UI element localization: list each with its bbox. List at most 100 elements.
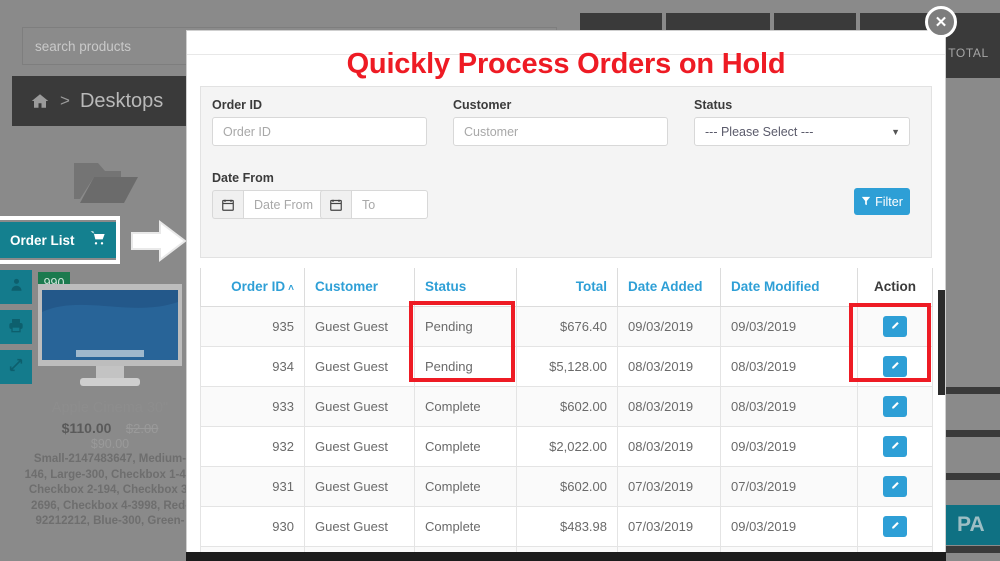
calendar-icon[interactable] xyxy=(320,190,351,219)
cell-status: Pending xyxy=(414,305,517,347)
cell-customer: Guest Guest xyxy=(304,345,415,387)
cell-status: Complete xyxy=(414,465,517,507)
cell-customer: Guest Guest xyxy=(304,305,415,347)
cell-status: Complete xyxy=(414,385,517,427)
edit-button[interactable] xyxy=(883,315,907,337)
product-price-old: $2.00 xyxy=(125,421,159,436)
filter-panel xyxy=(200,86,932,258)
cell-total: $676.40 xyxy=(516,305,618,347)
table-row[interactable]: 930 Guest Guest Complete $483.98 07/03/2019 0… xyxy=(200,505,933,547)
cell-customer: Guest Guest xyxy=(304,425,415,467)
cell-date-added: 07/03/2019 xyxy=(617,505,721,547)
order-list-button[interactable]: Order List xyxy=(0,222,116,258)
cell-action xyxy=(857,385,933,427)
cell-date-added: 08/03/2019 xyxy=(617,425,721,467)
close-icon[interactable]: ✕ xyxy=(925,6,957,38)
sidebar-item-user[interactable] xyxy=(0,270,32,304)
pay-button[interactable]: PA xyxy=(945,505,1000,545)
date-from-label: Date From xyxy=(212,171,274,185)
cell-customer: Guest Guest xyxy=(304,385,415,427)
status-selected-value: --- Please Select --- xyxy=(705,124,814,139)
cell-action xyxy=(857,305,933,347)
order-list-label: Order List xyxy=(10,232,75,248)
cell-date-modified: 09/03/2019 xyxy=(720,425,858,467)
table-body: 935 Guest Guest Pending $676.40 09/03/2019 09… xyxy=(200,305,933,561)
bg-row-divider xyxy=(937,430,1000,437)
bg-row-divider xyxy=(937,387,1000,394)
expand-icon xyxy=(8,357,24,378)
printer-icon xyxy=(8,317,24,338)
screenshot-root: TOTAL PA search products > Desktops 990 xyxy=(0,0,1000,561)
sidebar-item-print[interactable] xyxy=(0,310,32,344)
cell-action xyxy=(857,505,933,547)
home-icon[interactable] xyxy=(30,92,50,110)
cell-date-modified: 09/03/2019 xyxy=(720,505,858,547)
cell-date-added: 08/03/2019 xyxy=(617,345,721,387)
product-image[interactable] xyxy=(36,282,184,394)
edit-button[interactable] xyxy=(883,355,907,377)
table-row[interactable]: 931 Guest Guest Complete $602.00 07/03/2019 0… xyxy=(200,465,933,507)
column-header-customer[interactable]: Customer xyxy=(304,268,415,307)
vertical-scrollbar[interactable] xyxy=(938,290,945,395)
edit-button[interactable] xyxy=(883,475,907,497)
table-row[interactable]: 934 Guest Guest Pending $5,128.00 08/03/2019… xyxy=(200,345,933,387)
cell-action xyxy=(857,345,933,387)
column-label: Order ID xyxy=(231,279,286,295)
cell-date-added: 09/03/2019 xyxy=(617,305,721,347)
cell-order-id: 930 xyxy=(200,505,305,547)
column-header-total[interactable]: Total xyxy=(516,268,618,307)
date-to-input[interactable]: To xyxy=(351,190,428,219)
cell-total: $483.98 xyxy=(516,505,618,547)
cell-total: $5,128.00 xyxy=(516,345,618,387)
horizontal-scrollbar[interactable] xyxy=(186,552,946,561)
customer-placeholder: Customer xyxy=(464,124,519,139)
order-id-placeholder: Order ID xyxy=(223,124,271,139)
cell-order-id: 934 xyxy=(200,345,305,387)
product-price: $110.00 xyxy=(61,420,112,436)
customer-input[interactable]: Customer xyxy=(453,117,668,146)
filter-button-label: Filter xyxy=(875,194,903,209)
edit-button[interactable] xyxy=(883,395,907,417)
status-select[interactable]: --- Please Select --- ▼ xyxy=(694,117,910,146)
cell-date-added: 08/03/2019 xyxy=(617,385,721,427)
sidebar-item-expand[interactable] xyxy=(0,350,32,384)
date-to-placeholder: To xyxy=(362,197,376,212)
column-header-action: Action xyxy=(857,268,933,307)
user-icon xyxy=(9,277,24,297)
chevron-down-icon: ▼ xyxy=(891,127,900,137)
cell-date-added: 07/03/2019 xyxy=(617,465,721,507)
customer-label: Customer xyxy=(453,98,512,112)
cell-date-modified: 07/03/2019 xyxy=(720,465,858,507)
order-id-input[interactable]: Order ID xyxy=(212,117,427,146)
product-price-sub: $90.00 xyxy=(90,437,130,451)
cell-status: Complete xyxy=(414,425,517,467)
table-row[interactable]: 932 Guest Guest Complete $2,022.00 08/03/201… xyxy=(200,425,933,467)
cell-order-id: 932 xyxy=(200,425,305,467)
edit-button[interactable] xyxy=(883,435,907,457)
bg-row-divider xyxy=(937,473,1000,480)
sort-asc-icon: ˄ xyxy=(288,283,294,295)
cell-date-modified: 08/03/2019 xyxy=(720,385,858,427)
cell-total: $2,022.00 xyxy=(516,425,618,467)
column-header-date-added[interactable]: Date Added xyxy=(617,268,721,307)
search-placeholder: search products xyxy=(35,38,132,54)
status-label: Status xyxy=(694,98,733,112)
breadcrumb-current: Desktops xyxy=(79,89,164,112)
cell-order-id: 933 xyxy=(200,385,305,427)
product-title: Apple Cinema 30" xyxy=(51,400,169,416)
edit-button[interactable] xyxy=(883,515,907,537)
column-header-status[interactable]: Status xyxy=(414,268,517,307)
cell-action xyxy=(857,465,933,507)
breadcrumb-separator: > xyxy=(60,91,70,110)
calendar-icon[interactable] xyxy=(212,190,243,219)
column-header-date-modified[interactable]: Date Modified xyxy=(720,268,858,307)
filter-button[interactable]: Filter xyxy=(854,188,910,215)
product-options: Small-2147483647, Medium-146, Large-300,… xyxy=(24,453,196,527)
table-row[interactable]: 933 Guest Guest Complete $602.00 08/03/2019 0… xyxy=(200,385,933,427)
product-price-row: $110.00 $2.00 xyxy=(30,420,190,438)
cell-date-modified: 08/03/2019 xyxy=(720,345,858,387)
cell-customer: Guest Guest xyxy=(304,465,415,507)
column-header-order-id[interactable]: Order ID ˄ xyxy=(200,268,305,307)
modal-title: Quickly Process Orders on Hold xyxy=(346,48,786,80)
table-row[interactable]: 935 Guest Guest Pending $676.40 09/03/2019 09… xyxy=(200,305,933,347)
